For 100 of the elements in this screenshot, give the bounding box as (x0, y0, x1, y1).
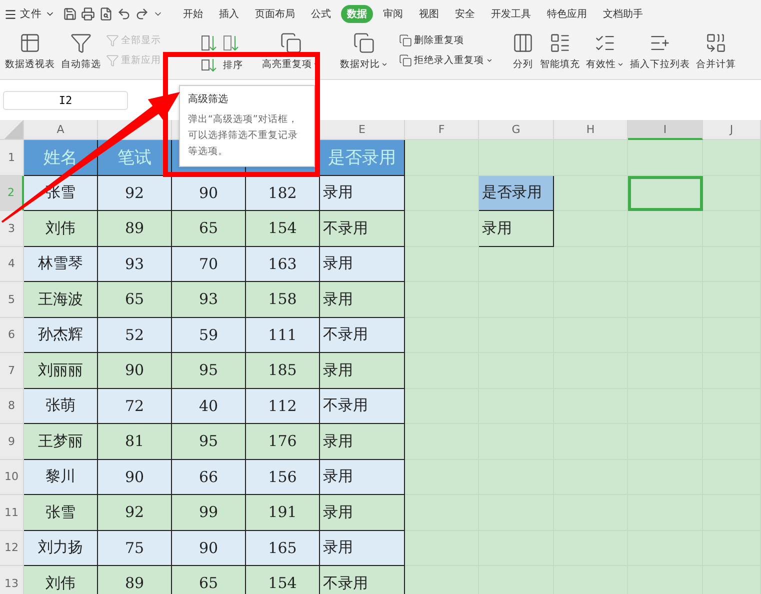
table-cell: 张萌 (24, 388, 98, 424)
filter-icon (106, 34, 119, 47)
copy-icon (353, 32, 375, 54)
table-cell: 孙杰辉 (24, 318, 98, 353)
table-cell: 林雪琴 (24, 246, 98, 282)
undo-icon[interactable] (117, 7, 131, 21)
ribbon-tab[interactable]: 开发工具 (485, 5, 537, 23)
table-cell: 81 (98, 424, 172, 460)
table-cell: 不录用 (320, 211, 405, 246)
ribbon-button[interactable]: 插入下拉列表 (629, 30, 691, 73)
table-cell: 65 (172, 211, 246, 246)
column-header[interactable]: G (479, 120, 554, 140)
row-header[interactable]: 6 (0, 318, 24, 353)
ribbon-tab[interactable]: 开始 (177, 5, 209, 23)
table-cell: 156 (246, 460, 320, 495)
merge-icon (705, 32, 727, 54)
table-cell: 录用 (320, 176, 405, 211)
filter-icon (106, 54, 119, 67)
redo-icon[interactable] (135, 7, 149, 21)
print-icon[interactable] (81, 7, 95, 21)
table-cell: 不录用 (320, 388, 405, 424)
filter-icon (70, 32, 92, 54)
table-cell: 182 (246, 176, 320, 211)
table-cell: 刘力扬 (24, 530, 98, 566)
ribbon-tab[interactable]: 公式 (305, 5, 337, 23)
row-header[interactable]: 1 (0, 140, 24, 176)
table-cell: 154 (246, 211, 320, 246)
ribbon-button[interactable]: 数据透视表 (4, 30, 56, 73)
table-cell: 不录用 (320, 566, 405, 594)
table-cell: 92 (98, 495, 172, 530)
ribbon-button[interactable]: 有效性 (585, 30, 625, 73)
row-header[interactable]: 3 (0, 211, 24, 246)
table-cell: 王梦丽 (24, 424, 98, 460)
table-cell: 158 (246, 282, 320, 318)
table-cell: 165 (246, 530, 320, 566)
ribbon-button[interactable]: 智能填充 (539, 30, 581, 73)
column-header[interactable]: J (703, 120, 761, 140)
row-header[interactable]: 5 (0, 282, 24, 318)
ribbon-button[interactable]: 自动筛选 (60, 30, 102, 73)
table-cell: 176 (246, 424, 320, 460)
row-header[interactable]: 4 (0, 246, 24, 282)
column-header[interactable]: A (24, 120, 98, 140)
table-cell: 刘丽丽 (24, 353, 98, 388)
ribbon-button[interactable]: 删除重复项 (399, 34, 493, 47)
ribbon-button[interactable]: 拒绝录入重复项 (399, 54, 493, 67)
table-cell: 75 (98, 530, 172, 566)
column-header[interactable]: E (320, 120, 405, 140)
sort-button[interactable]: 排序 (223, 58, 243, 72)
name-box[interactable]: I2 (3, 90, 128, 110)
ribbon-button[interactable]: 分列 (511, 30, 535, 73)
ribbon-tab[interactable]: 插入 (213, 5, 245, 23)
row-header[interactable]: 10 (0, 460, 24, 495)
row-header[interactable]: 9 (0, 424, 24, 460)
header-cell: 是否录用 (320, 140, 405, 176)
ribbon-tab[interactable]: 安全 (449, 5, 481, 23)
ribbon-tab[interactable]: 页面布局 (249, 5, 301, 23)
save-icon[interactable] (63, 7, 77, 21)
copy-icon (399, 34, 412, 47)
table-cell: 72 (98, 388, 172, 424)
ribbon-button[interactable]: 高亮重复项 (261, 30, 321, 73)
table-cell: 90 (98, 460, 172, 495)
ribbon-button[interactable]: 合并计算 (695, 30, 737, 73)
copy-icon (280, 32, 302, 54)
table-cell: 刘伟 (24, 211, 98, 246)
table-cell: 王海波 (24, 282, 98, 318)
row-header[interactable]: 7 (0, 353, 24, 388)
row-header[interactable]: 12 (0, 530, 24, 566)
column-header[interactable]: H (554, 120, 628, 140)
ribbon-tab[interactable]: 文档助手 (597, 5, 649, 23)
columns-icon (512, 32, 534, 54)
ribbon-tab[interactable]: 视图 (413, 5, 445, 23)
sort-icon (201, 57, 217, 73)
sort-ascending-icon[interactable] (201, 33, 217, 53)
table-icon (19, 32, 41, 54)
table-cell: 40 (172, 388, 246, 424)
table-cell: 191 (246, 495, 320, 530)
table-cell: 59 (172, 318, 246, 353)
table-cell: 是否录用 (479, 176, 554, 211)
table-cell: 111 (246, 318, 320, 353)
ribbon-tab[interactable]: 审阅 (377, 5, 409, 23)
file-menu[interactable]: 文件 (4, 7, 59, 21)
table-cell: 112 (246, 388, 320, 424)
ribbon-tab[interactable]: 特色应用 (541, 5, 593, 23)
table-cell: 92 (98, 176, 172, 211)
table-cell: 90 (98, 353, 172, 388)
sort-descending-icon[interactable] (223, 33, 239, 53)
column-header[interactable]: F (405, 120, 479, 140)
tooltip-text: 弹出“高级选项”对话框，可以选择筛选不重复记录等选项。 (188, 113, 299, 159)
preview-icon[interactable] (99, 7, 113, 21)
ribbon-button[interactable]: 数据对比 (339, 30, 389, 73)
row-header[interactable]: 11 (0, 495, 24, 530)
table-cell: 70 (172, 246, 246, 282)
table-cell: 录用 (320, 246, 405, 282)
table-cell: 录用 (320, 353, 405, 388)
table-cell: 89 (98, 211, 172, 246)
table-cell: 95 (172, 424, 246, 460)
column-header[interactable]: I (628, 120, 703, 140)
row-header[interactable]: 8 (0, 388, 24, 424)
row-header[interactable]: 13 (0, 566, 24, 594)
header-cell: 姓名 (24, 140, 98, 176)
